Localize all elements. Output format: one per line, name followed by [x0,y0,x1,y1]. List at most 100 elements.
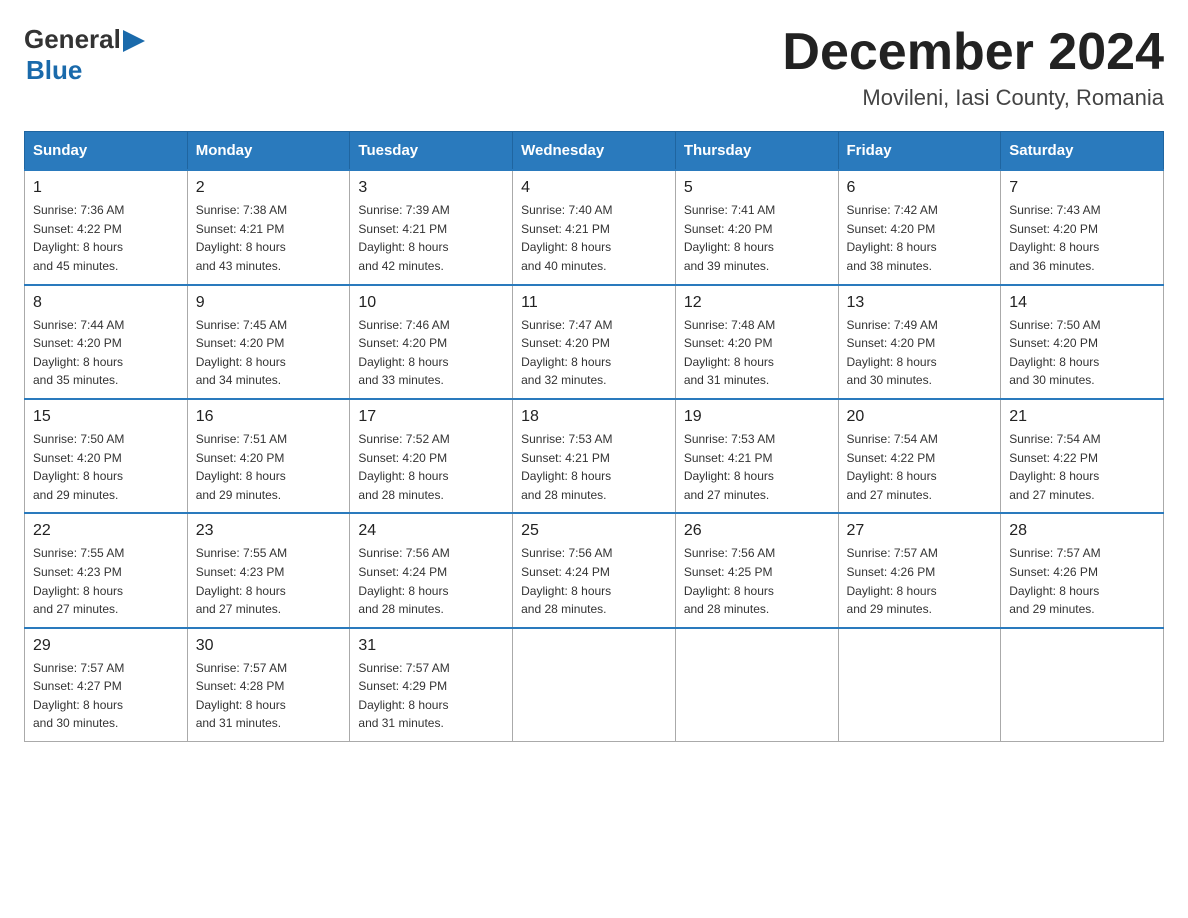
day-info: Sunrise: 7:45 AM Sunset: 4:20 PM Dayligh… [196,316,342,390]
day-info: Sunrise: 7:53 AM Sunset: 4:21 PM Dayligh… [521,430,667,504]
calendar-day-cell: 27 Sunrise: 7:57 AM Sunset: 4:26 PM Dayl… [838,513,1001,627]
calendar-day-cell: 5 Sunrise: 7:41 AM Sunset: 4:20 PM Dayli… [675,170,838,284]
day-info: Sunrise: 7:56 AM Sunset: 4:24 PM Dayligh… [521,544,667,618]
day-info: Sunrise: 7:42 AM Sunset: 4:20 PM Dayligh… [847,201,993,275]
day-info: Sunrise: 7:47 AM Sunset: 4:20 PM Dayligh… [521,316,667,390]
calendar-day-cell: 3 Sunrise: 7:39 AM Sunset: 4:21 PM Dayli… [350,170,513,284]
day-of-week-header: Wednesday [513,132,676,171]
day-number: 18 [521,408,667,426]
day-number: 20 [847,408,993,426]
header-row: SundayMondayTuesdayWednesdayThursdayFrid… [25,132,1164,171]
calendar-header: SundayMondayTuesdayWednesdayThursdayFrid… [25,132,1164,171]
calendar-day-cell [1001,628,1164,742]
calendar-day-cell: 30 Sunrise: 7:57 AM Sunset: 4:28 PM Dayl… [187,628,350,742]
calendar-day-cell: 2 Sunrise: 7:38 AM Sunset: 4:21 PM Dayli… [187,170,350,284]
day-info: Sunrise: 7:46 AM Sunset: 4:20 PM Dayligh… [358,316,504,390]
calendar-day-cell: 4 Sunrise: 7:40 AM Sunset: 4:21 PM Dayli… [513,170,676,284]
calendar-day-cell: 1 Sunrise: 7:36 AM Sunset: 4:22 PM Dayli… [25,170,188,284]
calendar-week-row: 8 Sunrise: 7:44 AM Sunset: 4:20 PM Dayli… [25,285,1164,399]
month-title: December 2024 [782,24,1164,81]
day-number: 21 [1009,408,1155,426]
day-number: 16 [196,408,342,426]
calendar-body: 1 Sunrise: 7:36 AM Sunset: 4:22 PM Dayli… [25,170,1164,741]
day-number: 27 [847,522,993,540]
day-info: Sunrise: 7:51 AM Sunset: 4:20 PM Dayligh… [196,430,342,504]
day-info: Sunrise: 7:40 AM Sunset: 4:21 PM Dayligh… [521,201,667,275]
day-number: 8 [33,294,179,312]
calendar-day-cell: 14 Sunrise: 7:50 AM Sunset: 4:20 PM Dayl… [1001,285,1164,399]
calendar-week-row: 22 Sunrise: 7:55 AM Sunset: 4:23 PM Dayl… [25,513,1164,627]
day-info: Sunrise: 7:55 AM Sunset: 4:23 PM Dayligh… [196,544,342,618]
day-info: Sunrise: 7:43 AM Sunset: 4:20 PM Dayligh… [1009,201,1155,275]
day-info: Sunrise: 7:56 AM Sunset: 4:24 PM Dayligh… [358,544,504,618]
day-of-week-header: Thursday [675,132,838,171]
day-info: Sunrise: 7:53 AM Sunset: 4:21 PM Dayligh… [684,430,830,504]
day-number: 24 [358,522,504,540]
day-of-week-header: Tuesday [350,132,513,171]
calendar-day-cell: 21 Sunrise: 7:54 AM Sunset: 4:22 PM Dayl… [1001,399,1164,513]
day-of-week-header: Saturday [1001,132,1164,171]
day-info: Sunrise: 7:57 AM Sunset: 4:26 PM Dayligh… [847,544,993,618]
calendar-day-cell [838,628,1001,742]
day-info: Sunrise: 7:38 AM Sunset: 4:21 PM Dayligh… [196,201,342,275]
day-number: 17 [358,408,504,426]
calendar-day-cell: 18 Sunrise: 7:53 AM Sunset: 4:21 PM Dayl… [513,399,676,513]
day-info: Sunrise: 7:57 AM Sunset: 4:28 PM Dayligh… [196,659,342,733]
calendar-day-cell [675,628,838,742]
calendar-day-cell: 17 Sunrise: 7:52 AM Sunset: 4:20 PM Dayl… [350,399,513,513]
day-number: 25 [521,522,667,540]
day-info: Sunrise: 7:57 AM Sunset: 4:26 PM Dayligh… [1009,544,1155,618]
day-number: 28 [1009,522,1155,540]
day-info: Sunrise: 7:50 AM Sunset: 4:20 PM Dayligh… [1009,316,1155,390]
day-number: 1 [33,179,179,197]
day-info: Sunrise: 7:50 AM Sunset: 4:20 PM Dayligh… [33,430,179,504]
calendar-day-cell: 13 Sunrise: 7:49 AM Sunset: 4:20 PM Dayl… [838,285,1001,399]
day-info: Sunrise: 7:54 AM Sunset: 4:22 PM Dayligh… [1009,430,1155,504]
day-of-week-header: Friday [838,132,1001,171]
calendar-day-cell: 8 Sunrise: 7:44 AM Sunset: 4:20 PM Dayli… [25,285,188,399]
logo-text-general: General [24,24,121,55]
calendar-day-cell: 20 Sunrise: 7:54 AM Sunset: 4:22 PM Dayl… [838,399,1001,513]
day-number: 11 [521,294,667,312]
calendar-week-row: 15 Sunrise: 7:50 AM Sunset: 4:20 PM Dayl… [25,399,1164,513]
day-info: Sunrise: 7:44 AM Sunset: 4:20 PM Dayligh… [33,316,179,390]
day-number: 31 [358,637,504,655]
calendar-day-cell: 12 Sunrise: 7:48 AM Sunset: 4:20 PM Dayl… [675,285,838,399]
calendar-day-cell: 29 Sunrise: 7:57 AM Sunset: 4:27 PM Dayl… [25,628,188,742]
day-number: 26 [684,522,830,540]
day-info: Sunrise: 7:52 AM Sunset: 4:20 PM Dayligh… [358,430,504,504]
day-info: Sunrise: 7:39 AM Sunset: 4:21 PM Dayligh… [358,201,504,275]
calendar-day-cell: 9 Sunrise: 7:45 AM Sunset: 4:20 PM Dayli… [187,285,350,399]
calendar-week-row: 1 Sunrise: 7:36 AM Sunset: 4:22 PM Dayli… [25,170,1164,284]
day-number: 29 [33,637,179,655]
day-info: Sunrise: 7:41 AM Sunset: 4:20 PM Dayligh… [684,201,830,275]
calendar-day-cell: 19 Sunrise: 7:53 AM Sunset: 4:21 PM Dayl… [675,399,838,513]
calendar-day-cell: 6 Sunrise: 7:42 AM Sunset: 4:20 PM Dayli… [838,170,1001,284]
calendar-table: SundayMondayTuesdayWednesdayThursdayFrid… [24,131,1164,742]
day-number: 10 [358,294,504,312]
day-number: 19 [684,408,830,426]
day-info: Sunrise: 7:54 AM Sunset: 4:22 PM Dayligh… [847,430,993,504]
calendar-day-cell: 23 Sunrise: 7:55 AM Sunset: 4:23 PM Dayl… [187,513,350,627]
day-number: 9 [196,294,342,312]
title-section: December 2024 Movileni, Iasi County, Rom… [782,24,1164,111]
calendar-day-cell: 22 Sunrise: 7:55 AM Sunset: 4:23 PM Dayl… [25,513,188,627]
page-header: General Blue December 2024 Movileni, Ias… [24,24,1164,111]
day-number: 13 [847,294,993,312]
day-number: 5 [684,179,830,197]
day-number: 4 [521,179,667,197]
calendar-day-cell: 26 Sunrise: 7:56 AM Sunset: 4:25 PM Dayl… [675,513,838,627]
logo-text-blue: Blue [26,55,82,86]
calendar-day-cell: 31 Sunrise: 7:57 AM Sunset: 4:29 PM Dayl… [350,628,513,742]
calendar-day-cell [513,628,676,742]
logo-arrow-icon [123,30,145,52]
day-number: 22 [33,522,179,540]
day-info: Sunrise: 7:56 AM Sunset: 4:25 PM Dayligh… [684,544,830,618]
day-info: Sunrise: 7:57 AM Sunset: 4:27 PM Dayligh… [33,659,179,733]
calendar-day-cell: 25 Sunrise: 7:56 AM Sunset: 4:24 PM Dayl… [513,513,676,627]
calendar-day-cell: 16 Sunrise: 7:51 AM Sunset: 4:20 PM Dayl… [187,399,350,513]
day-info: Sunrise: 7:36 AM Sunset: 4:22 PM Dayligh… [33,201,179,275]
calendar-day-cell: 24 Sunrise: 7:56 AM Sunset: 4:24 PM Dayl… [350,513,513,627]
day-number: 2 [196,179,342,197]
calendar-day-cell: 15 Sunrise: 7:50 AM Sunset: 4:20 PM Dayl… [25,399,188,513]
